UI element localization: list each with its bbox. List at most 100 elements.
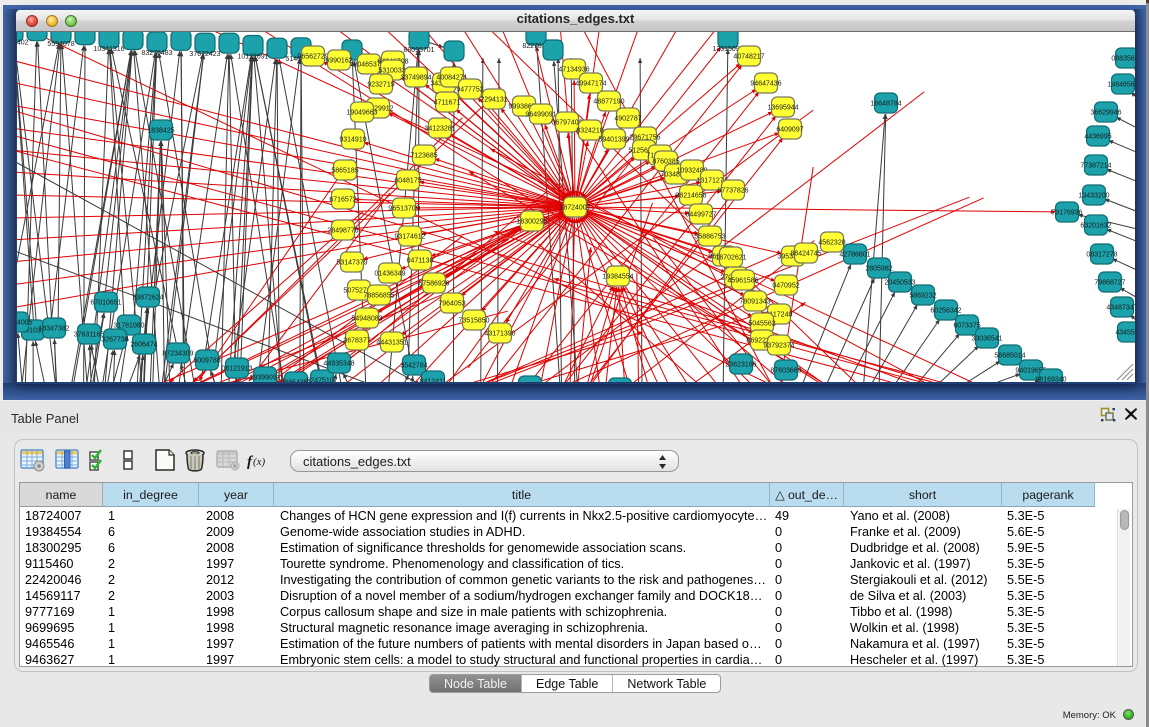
svg-text:67010651: 67010651 — [90, 300, 121, 307]
svg-text:58685014: 58685014 — [994, 353, 1025, 360]
svg-text:55886753: 55886753 — [694, 234, 725, 241]
svg-text:62475107: 62475107 — [306, 378, 337, 383]
svg-text:93792374: 93792374 — [763, 343, 794, 350]
svg-text:93174612: 93174612 — [394, 234, 425, 241]
svg-text:83276483: 83276483 — [141, 50, 172, 57]
svg-text:5594078: 5594078 — [47, 41, 74, 48]
svg-text:67586926: 67586926 — [418, 281, 449, 288]
svg-text:79868727: 79868727 — [1094, 280, 1125, 287]
svg-text:6409097: 6409097 — [776, 127, 803, 134]
svg-text:45961586: 45961586 — [727, 278, 758, 285]
svg-text:42786801: 42786801 — [839, 252, 870, 259]
svg-text:49947174: 49947174 — [575, 81, 606, 88]
svg-text:4562328: 4562328 — [818, 240, 845, 247]
svg-text:34123281: 34123281 — [424, 126, 455, 133]
svg-text:59401399: 59401399 — [598, 137, 629, 144]
svg-text:16648784: 16648784 — [870, 101, 901, 108]
svg-text:87603669: 87603669 — [770, 368, 801, 375]
svg-text:48877190: 48877190 — [593, 99, 624, 106]
svg-text:6990162: 6990162 — [325, 58, 352, 65]
svg-text:96513709: 96513709 — [388, 206, 419, 213]
svg-text:36629946: 36629946 — [1090, 110, 1121, 117]
svg-text:01436349: 01436349 — [374, 271, 405, 278]
svg-text:86379402: 86379402 — [17, 40, 29, 47]
svg-text:19384554: 19384554 — [602, 274, 633, 281]
svg-text:33036541: 33036541 — [971, 336, 1002, 343]
svg-text:10341316: 10341316 — [93, 46, 124, 53]
svg-text:4345581: 4345581 — [1115, 330, 1135, 337]
svg-text:3267736: 3267736 — [101, 337, 128, 344]
svg-text:78856855: 78856855 — [363, 293, 394, 300]
svg-text:2294131: 2294131 — [480, 97, 507, 104]
svg-text:14846564: 14846564 — [1107, 82, 1135, 89]
svg-text:44935348: 44935348 — [323, 361, 354, 368]
svg-text:2805982: 2805982 — [865, 266, 892, 273]
svg-text:40164005: 40164005 — [17, 320, 33, 327]
svg-text:43171390: 43171390 — [484, 331, 515, 338]
svg-text:9314919: 9314919 — [339, 137, 366, 144]
svg-text:60256342: 60256342 — [930, 308, 961, 315]
svg-text:9477752: 9477752 — [456, 87, 483, 94]
svg-text:08317278: 08317278 — [1086, 252, 1117, 259]
svg-text:77387214: 77387214 — [1080, 163, 1111, 170]
svg-text:23623166: 23623166 — [725, 362, 756, 369]
svg-text:88095701: 88095701 — [403, 47, 434, 54]
svg-text:78091343: 78091343 — [739, 299, 770, 306]
svg-text:40748217: 40748217 — [733, 54, 764, 61]
svg-text:08835615: 08835615 — [1111, 56, 1135, 63]
svg-text:63201632: 63201632 — [1080, 223, 1111, 230]
svg-text:4436995: 4436995 — [1084, 134, 1111, 141]
svg-text:5865185: 5865185 — [331, 168, 358, 175]
svg-text:94647436: 94647436 — [750, 81, 781, 88]
svg-text:6716572: 6716572 — [329, 197, 356, 204]
svg-text:08121913: 08121913 — [221, 366, 252, 373]
svg-text:67737826: 67737826 — [717, 188, 748, 195]
svg-text:3542784: 3542784 — [400, 363, 427, 370]
svg-text:5009788: 5009788 — [193, 358, 220, 365]
svg-text:73515850: 73515850 — [458, 318, 489, 325]
svg-text:6048175: 6048175 — [394, 178, 421, 185]
svg-text:04499727: 04499727 — [685, 212, 716, 219]
svg-text:3678377: 3678377 — [343, 338, 370, 345]
svg-text:53147379: 53147379 — [336, 260, 367, 267]
svg-text:19399091: 19399091 — [249, 375, 280, 382]
svg-text:20450533: 20450533 — [884, 280, 915, 287]
svg-text:18347382: 18347382 — [38, 326, 69, 333]
svg-text:8324210: 8324210 — [576, 128, 603, 135]
svg-text:6073375: 6073375 — [953, 323, 980, 330]
svg-text:8412411: 8412411 — [420, 379, 447, 383]
svg-text:37672423: 37672423 — [189, 51, 220, 58]
svg-text:18300295: 18300295 — [516, 219, 547, 226]
svg-text:28498776: 28498776 — [327, 228, 358, 235]
svg-text:54948083: 54948083 — [351, 316, 382, 323]
svg-text:18724007: 18724007 — [559, 205, 590, 212]
svg-text:33872624: 33872624 — [132, 295, 163, 302]
svg-text:4902787: 4902787 — [614, 116, 641, 123]
svg-text:33749894: 33749894 — [400, 75, 431, 82]
svg-text:79176936: 79176936 — [1051, 210, 1082, 217]
svg-text:4711671: 4711671 — [434, 100, 461, 107]
svg-text:7123685: 7123685 — [410, 153, 437, 160]
svg-text:1838425: 1838425 — [147, 128, 174, 135]
svg-text:0471138: 0471138 — [407, 258, 434, 265]
svg-text:0470952: 0470952 — [772, 283, 799, 290]
svg-text:43487347: 43487347 — [1106, 305, 1135, 312]
svg-text:37631165: 37631165 — [74, 332, 105, 339]
svg-text:88424745: 88424745 — [790, 251, 821, 258]
svg-text:5045562: 5045562 — [748, 321, 775, 328]
svg-text:(x): (x) — [253, 456, 266, 468]
svg-text:18702621: 18702621 — [715, 255, 746, 262]
svg-text:44431351: 44431351 — [376, 340, 407, 347]
svg-text:13433200: 13433200 — [1078, 193, 1109, 200]
svg-text:19049663: 19049663 — [346, 110, 377, 117]
svg-text:13695944: 13695944 — [767, 105, 798, 112]
svg-text:06562729: 06562729 — [297, 54, 328, 61]
svg-text:10122691: 10122691 — [237, 54, 268, 61]
svg-text:7964053: 7964053 — [438, 301, 465, 308]
svg-text:96499091: 96499091 — [525, 112, 556, 119]
svg-text:87234309: 87234309 — [162, 351, 193, 358]
svg-text:2606474: 2606474 — [130, 342, 157, 349]
svg-text:9232719: 9232719 — [367, 82, 394, 89]
svg-text:5869232: 5869232 — [909, 293, 936, 300]
svg-text:98169340: 98169340 — [1035, 377, 1066, 383]
